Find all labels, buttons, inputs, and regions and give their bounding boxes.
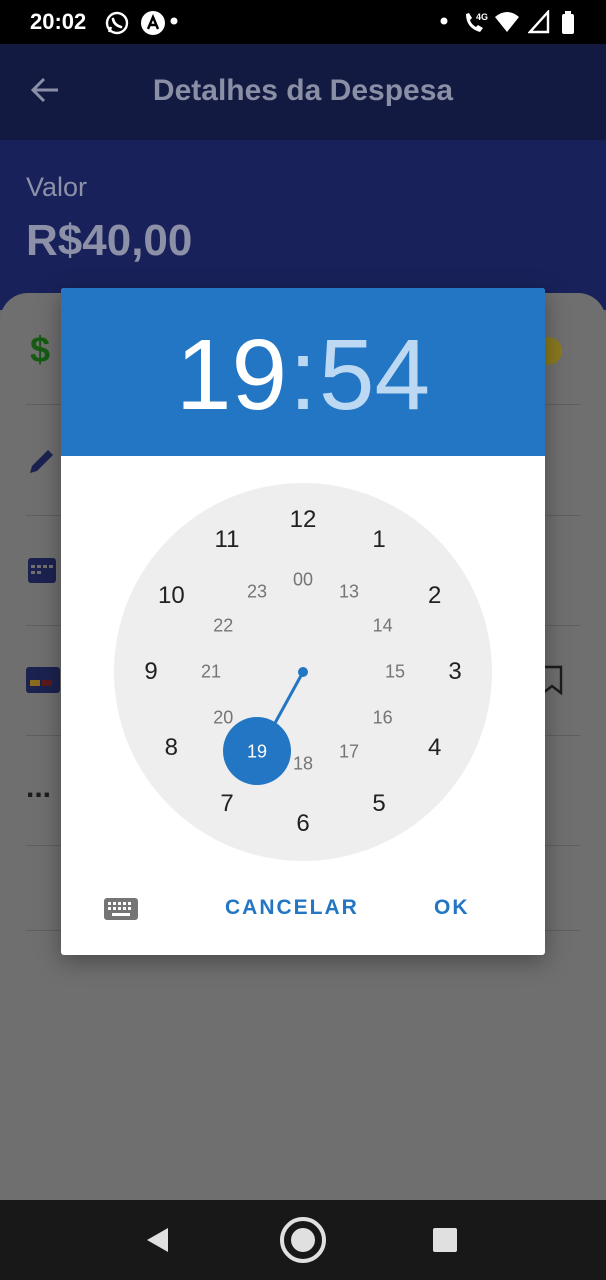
ok-button[interactable]: OK bbox=[434, 896, 470, 920]
clock-number-22[interactable]: 22 bbox=[213, 616, 233, 637]
clock-hand-layer bbox=[223, 667, 308, 785]
time-display: 19:54 bbox=[61, 320, 545, 430]
clock-number-2[interactable]: 2 bbox=[428, 582, 441, 610]
clock-number-00[interactable]: 00 bbox=[293, 570, 313, 591]
clock-number-15[interactable]: 15 bbox=[385, 662, 405, 683]
dot-icon bbox=[170, 17, 178, 25]
status-bar: 20:02 4G bbox=[0, 0, 606, 44]
cancel-button[interactable]: CANCELAR bbox=[225, 896, 359, 920]
dot-icon bbox=[440, 17, 448, 25]
clock-number-13[interactable]: 13 bbox=[339, 582, 359, 603]
clock-number-19[interactable]: 19 bbox=[247, 741, 267, 762]
battery-icon bbox=[562, 11, 574, 34]
keyboard-icon[interactable] bbox=[103, 896, 139, 922]
status-time: 20:02 bbox=[30, 9, 87, 34]
clock-number-5[interactable]: 5 bbox=[372, 790, 385, 818]
clock-center-dot bbox=[298, 667, 308, 677]
nav-recents-icon[interactable] bbox=[432, 1227, 458, 1253]
whatsapp-icon bbox=[105, 11, 129, 35]
navigation-bar bbox=[0, 1200, 606, 1280]
clock-number-23[interactable]: 23 bbox=[247, 582, 267, 603]
clock-number-11[interactable]: 11 bbox=[215, 526, 240, 554]
clock-number-4[interactable]: 4 bbox=[428, 734, 441, 762]
clock-number-12[interactable]: 12 bbox=[290, 506, 317, 534]
network-label: 4G bbox=[476, 12, 488, 22]
clock-number-3[interactable]: 3 bbox=[448, 658, 461, 686]
clock-number-20[interactable]: 20 bbox=[213, 708, 233, 729]
wifi-icon bbox=[495, 12, 519, 32]
minute-display[interactable]: 54 bbox=[319, 320, 430, 430]
nav-back-icon[interactable] bbox=[144, 1226, 172, 1254]
wifi-call-icon: 4G bbox=[466, 12, 488, 32]
time-picker-header: 19:54 bbox=[61, 288, 545, 456]
time-picker-dialog: 19:54 12 1 2 3 4 5 6 7 8 9 10 11 00 13 14 15 16 17 18 19 20 2… bbox=[61, 288, 545, 955]
hour-display[interactable]: 19 bbox=[176, 320, 287, 430]
notification-a-icon bbox=[141, 11, 165, 35]
time-separator: : bbox=[289, 319, 317, 431]
clock-number-16[interactable]: 16 bbox=[373, 708, 393, 729]
signal-icon bbox=[528, 10, 550, 34]
clock-number-17[interactable]: 17 bbox=[339, 741, 359, 762]
clock-number-6[interactable]: 6 bbox=[296, 810, 309, 838]
clock-number-7[interactable]: 7 bbox=[220, 790, 233, 818]
clock-number-10[interactable]: 10 bbox=[158, 582, 185, 610]
clock-number-9[interactable]: 9 bbox=[144, 658, 157, 686]
nav-home-icon[interactable] bbox=[278, 1215, 328, 1265]
clock-number-8[interactable]: 8 bbox=[165, 734, 178, 762]
clock-number-18[interactable]: 18 bbox=[293, 754, 313, 775]
clock-number-1[interactable]: 1 bbox=[372, 526, 385, 554]
clock-number-14[interactable]: 14 bbox=[373, 616, 393, 637]
clock-number-21[interactable]: 21 bbox=[201, 662, 221, 683]
